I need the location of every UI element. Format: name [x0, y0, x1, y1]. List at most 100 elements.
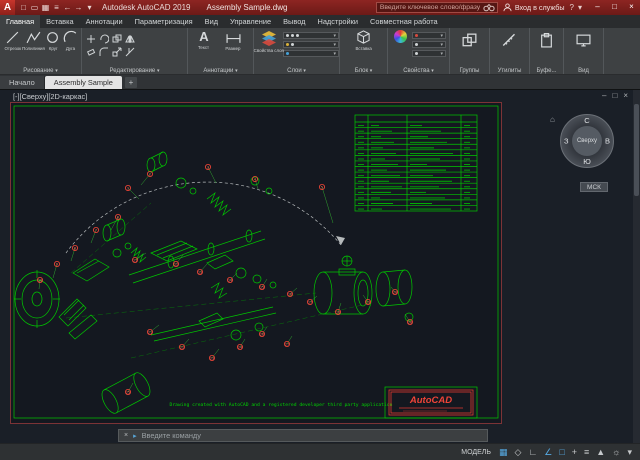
drawing-close-button[interactable]: × — [623, 91, 628, 100]
command-close-icon[interactable]: × — [124, 432, 128, 439]
maximize-button[interactable]: □ — [606, 0, 623, 15]
annotation-scale-icon[interactable]: ▲ — [596, 444, 605, 460]
viewcube-north[interactable]: С — [584, 116, 589, 125]
viewcube-top-face[interactable]: Сверху — [572, 126, 602, 156]
ortho-icon[interactable]: ∟ — [528, 444, 537, 460]
lineweight-icon[interactable]: ≡ — [584, 444, 589, 460]
panel-properties-dropdown-icon[interactable]: ▾ — [431, 68, 434, 74]
model-space-canvas[interactable]: [-][Сверху][2D-каркас] – □ × — [0, 89, 640, 443]
layer-properties-tool[interactable]: Свойства слоя — [257, 30, 281, 54]
scale-tool-icon[interactable] — [111, 46, 123, 58]
ribbon-tab-collaborate[interactable]: Совместная работа — [364, 15, 444, 28]
panel-block-dropdown-icon[interactable]: ▾ — [370, 68, 373, 74]
help-icon[interactable]: ? — [570, 3, 574, 12]
ribbon-tab-addins[interactable]: Надстройки — [311, 15, 364, 28]
drawing-minimize-button[interactable]: – — [602, 91, 606, 100]
move-tool-icon[interactable] — [85, 33, 97, 45]
viewcube-east[interactable]: В — [605, 137, 610, 146]
polar-icon[interactable]: ∠ — [544, 444, 552, 460]
file-tab-start[interactable]: Начало — [0, 76, 45, 89]
erase-tool-icon[interactable] — [85, 46, 97, 58]
properties-tool[interactable] — [391, 30, 410, 43]
drawing-restore-button[interactable]: □ — [612, 91, 617, 100]
paste-tool[interactable] — [539, 30, 554, 53]
polyline-tool[interactable]: Полилиния — [24, 30, 43, 52]
ribbon-tab-parametric[interactable]: Параметризация — [129, 15, 199, 28]
fillet-tool-icon[interactable] — [98, 46, 110, 58]
open-file-icon[interactable]: ▭ — [30, 0, 39, 15]
panel-annotate-label[interactable]: Аннотации ▾ — [188, 68, 253, 74]
redo-icon[interactable]: → — [74, 0, 83, 15]
titlebar-menu-icon[interactable]: ▾ — [578, 3, 582, 12]
linetype-dropdown[interactable]: ▾ — [412, 41, 446, 48]
rotate-tool-icon[interactable] — [98, 33, 110, 45]
minimize-button[interactable]: – — [589, 0, 606, 15]
part-cylinder-large[interactable] — [314, 272, 372, 314]
signin-button[interactable]: Вход в службы — [503, 3, 565, 12]
customize-icon[interactable]: ▾ — [627, 444, 632, 460]
lineweight-dropdown[interactable]: ▾ — [412, 50, 446, 57]
panel-modify-dropdown-icon[interactable]: ▾ — [157, 68, 160, 74]
part-bracket-upper[interactable] — [73, 219, 146, 281]
part-cylinder-right[interactable] — [376, 270, 412, 306]
circle-tool[interactable]: Круг — [45, 30, 61, 52]
groups-tool[interactable] — [462, 30, 477, 53]
part-shaft[interactable] — [129, 230, 265, 283]
save-icon[interactable]: ▦ — [41, 0, 50, 15]
drawing-sheet[interactable]: Drawing created with AutoCAD and a regis… — [10, 102, 502, 424]
measure-tool[interactable] — [502, 30, 517, 53]
trim-tool-icon[interactable] — [124, 46, 136, 58]
viewcube[interactable]: ⌂ С Ю З В Сверху — [560, 114, 614, 168]
drawing-geometry[interactable]: Drawing created with AutoCAD and a regis… — [11, 103, 501, 421]
binoculars-search-icon[interactable] — [483, 3, 495, 12]
command-chevron-icon[interactable]: ▸ — [133, 432, 137, 440]
model-space-label[interactable]: МОДЕЛЬ — [461, 449, 491, 456]
ribbon-tab-annotate[interactable]: Аннотации — [80, 15, 129, 28]
undo-icon[interactable]: ← — [63, 0, 72, 15]
panel-draw-label[interactable]: Рисование ▾ — [0, 68, 81, 74]
panel-block-label[interactable]: Блок ▾ — [340, 68, 387, 74]
copy-tool-icon[interactable] — [111, 33, 123, 45]
workspace-icon[interactable]: ☼ — [612, 444, 620, 460]
viewcube-west[interactable]: З — [564, 137, 569, 146]
panel-layers-dropdown-icon[interactable]: ▾ — [303, 68, 306, 74]
layer-filter-dropdown[interactable]: ▾ — [283, 32, 339, 39]
layer-state-dropdown[interactable]: ▾ — [283, 50, 339, 57]
autocad-logo-icon[interactable]: A — [0, 0, 15, 15]
vertical-scrollbar[interactable] — [633, 90, 640, 444]
ribbon-tab-insert[interactable]: Вставка — [40, 15, 79, 28]
panel-draw-dropdown-icon[interactable]: ▾ — [55, 68, 58, 74]
part-center-cluster[interactable] — [151, 241, 276, 298]
layer-select-dropdown[interactable]: ▾ — [283, 41, 339, 48]
panel-utilities-label[interactable]: Утилиты — [490, 68, 529, 74]
plot-icon[interactable]: ≡ — [52, 0, 61, 15]
text-tool[interactable]: А Текст — [191, 30, 217, 51]
new-file-icon[interactable]: □ — [19, 0, 28, 15]
ribbon-tab-output[interactable]: Вывод — [277, 15, 311, 28]
insert-block-tool[interactable]: Вставка — [347, 30, 381, 52]
command-prompt[interactable]: Введите команду — [142, 431, 201, 440]
part-top-center[interactable] — [147, 152, 272, 215]
part-support-left[interactable] — [59, 299, 97, 339]
ribbon-tab-home[interactable]: Главная — [0, 15, 40, 28]
viewport-controls-label[interactable]: [-][Сверху][2D-каркас] — [13, 92, 87, 101]
panel-annotate-dropdown-icon[interactable]: ▾ — [235, 68, 238, 74]
osnap-icon[interactable]: □ — [559, 444, 564, 460]
viewcube-south[interactable]: Ю — [583, 157, 591, 166]
new-drawing-tab-button[interactable]: + — [125, 77, 137, 88]
wcs-selector[interactable]: МСК — [580, 182, 608, 192]
arc-tool[interactable]: Дуга — [63, 30, 79, 52]
otrack-icon[interactable]: + — [572, 444, 577, 460]
panel-view-label[interactable]: Вид — [564, 68, 603, 74]
grid-icon[interactable]: ▦ — [499, 444, 508, 460]
panel-groups-label[interactable]: Группы — [450, 68, 489, 74]
line-tool[interactable]: Отрезок — [3, 30, 22, 52]
panel-properties-label[interactable]: Свойства ▾ — [388, 68, 449, 74]
panel-modify-label[interactable]: Редактирование ▾ — [82, 68, 187, 74]
ribbon-tab-manage[interactable]: Управление — [224, 15, 277, 28]
scrollbar-thumb[interactable] — [634, 104, 639, 196]
viewcube-home-icon[interactable]: ⌂ — [550, 115, 555, 124]
dimension-tool[interactable]: Размер — [219, 30, 247, 52]
mirror-tool-icon[interactable] — [124, 33, 136, 45]
view-tool[interactable] — [576, 30, 591, 53]
